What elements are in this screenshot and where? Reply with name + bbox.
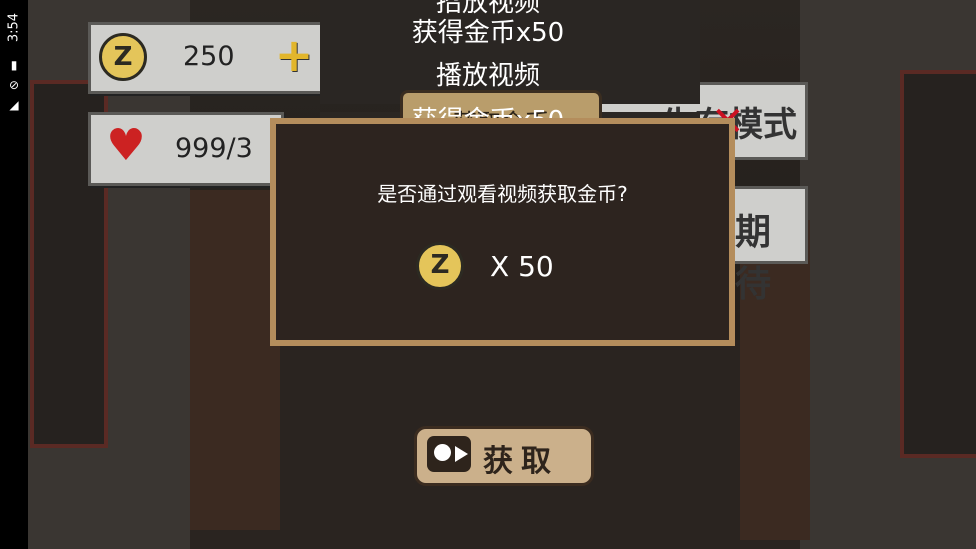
dialog-question: 是否通过观看视频获取金币? (377, 182, 628, 206)
coin-icon: Z (416, 242, 464, 290)
overlay-text-3: 播放视频 (435, 61, 540, 91)
reward-dialog: 是否通过观看视频获取金币? Z X 50 (270, 118, 735, 346)
action-label: 获取 (483, 444, 559, 479)
overlay-text-1: 招放视频 (435, 0, 540, 18)
video-camera-icon (427, 436, 471, 472)
coming-soon-label: 期待 (735, 212, 772, 305)
coming-soon-button[interactable]: 期待 (728, 186, 808, 305)
left-door (190, 190, 280, 530)
watch-video-button[interactable]: 获取 (414, 426, 594, 486)
reward-amount: X 50 (490, 250, 554, 283)
health-value: 999/3 (175, 133, 253, 164)
overlay-text-2: 获得金币x50 (411, 18, 565, 48)
